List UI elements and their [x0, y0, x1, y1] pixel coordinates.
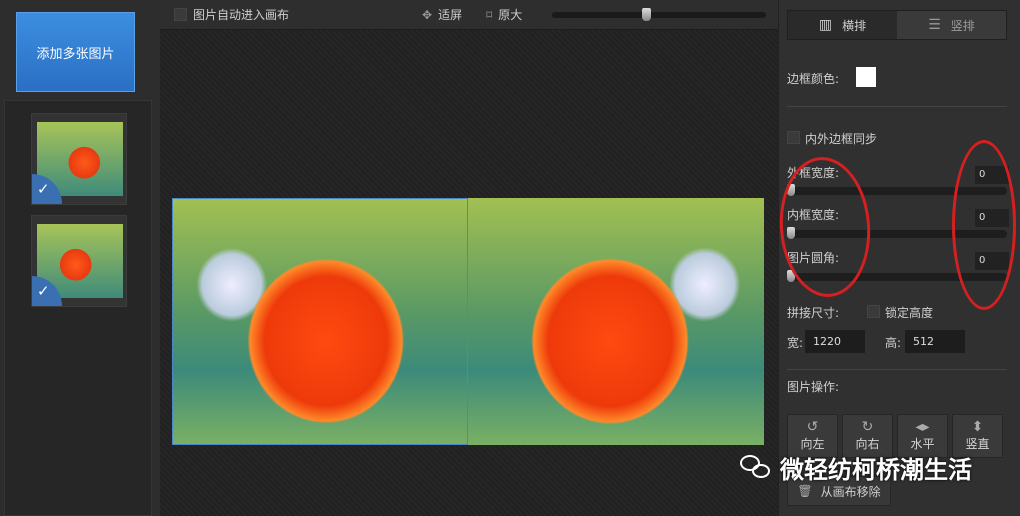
tab-vertical[interactable]: ☰ 竖排 — [897, 11, 1006, 39]
columns-icon: ▥ — [818, 17, 833, 33]
width-input[interactable]: 1220 — [805, 330, 865, 353]
canvas-toolbar: 图片自动进入画布 ✥ 适屏 ⌑ 原大 — [160, 0, 778, 30]
watermark-text: 微轻纺柯桥潮生活 — [780, 456, 972, 484]
auto-canvas-label: 图片自动进入画布 — [193, 8, 290, 22]
tab-label: 横排 — [842, 18, 867, 33]
fit-screen-button[interactable]: 适屏 — [438, 6, 462, 23]
button-label: 从画布移除 — [820, 484, 881, 499]
thumbnail-list[interactable]: ✓ ✓ — [4, 100, 152, 516]
divider — [787, 106, 1007, 107]
watermark: 微轻纺柯桥潮生活 — [740, 450, 972, 485]
fit-screen-icon: ✥ — [422, 7, 433, 22]
add-images-button[interactable]: 添加多张图片 — [16, 12, 135, 92]
size-label: 拼接尺寸: — [787, 306, 840, 320]
image-ops-label: 图片操作: — [787, 380, 840, 394]
rotate-right-icon: ↻ — [861, 419, 874, 435]
goldfish-image-left[interactable] — [172, 198, 468, 445]
height-input[interactable]: 512 — [905, 330, 965, 353]
auto-canvas-checkbox[interactable] — [174, 8, 187, 21]
divider — [787, 369, 1007, 370]
original-size-icon: ⌑ — [486, 7, 493, 22]
thumbnail-item[interactable]: ✓ — [31, 215, 127, 307]
lock-height-checkbox[interactable] — [867, 305, 880, 318]
zoom-slider-knob[interactable] — [642, 7, 652, 21]
width-label: 宽: — [787, 336, 804, 350]
tab-horizontal[interactable]: ▥ 横排 — [788, 11, 897, 39]
original-size-button[interactable]: 原大 — [498, 6, 522, 23]
tab-label: 竖排 — [950, 18, 975, 33]
height-label: 高: — [885, 336, 902, 350]
button-label: 水平 — [910, 437, 935, 451]
border-color-label: 边框颜色: — [787, 72, 840, 86]
sync-border-label: 内外边框同步 — [805, 132, 878, 146]
rows-icon: ☰ — [928, 17, 941, 33]
flip-horizontal-icon: ◂▸ — [915, 419, 930, 435]
left-panel: 添加多张图片 ✓ ✓ — [0, 0, 160, 516]
goldfish-image-right[interactable] — [468, 198, 764, 445]
rotate-left-icon: ↺ — [806, 419, 819, 435]
trash-icon: 🗑 — [797, 484, 813, 498]
button-label: 向左 — [800, 437, 825, 451]
button-label: 竖直 — [965, 437, 990, 451]
thumbnail-item[interactable]: ✓ — [31, 113, 127, 205]
lock-height-label: 锁定高度 — [885, 306, 934, 320]
button-label: 向右 — [855, 437, 880, 451]
flip-vertical-icon: ⬍ — [971, 419, 984, 435]
sync-border-checkbox[interactable] — [787, 131, 800, 144]
border-color-swatch[interactable] — [856, 67, 876, 87]
layout-toggle: ▥ 横排 ☰ 竖排 — [787, 10, 1007, 40]
wechat-icon — [740, 454, 772, 481]
annotation-circle-values — [952, 140, 1016, 310]
zoom-slider[interactable] — [552, 7, 767, 21]
